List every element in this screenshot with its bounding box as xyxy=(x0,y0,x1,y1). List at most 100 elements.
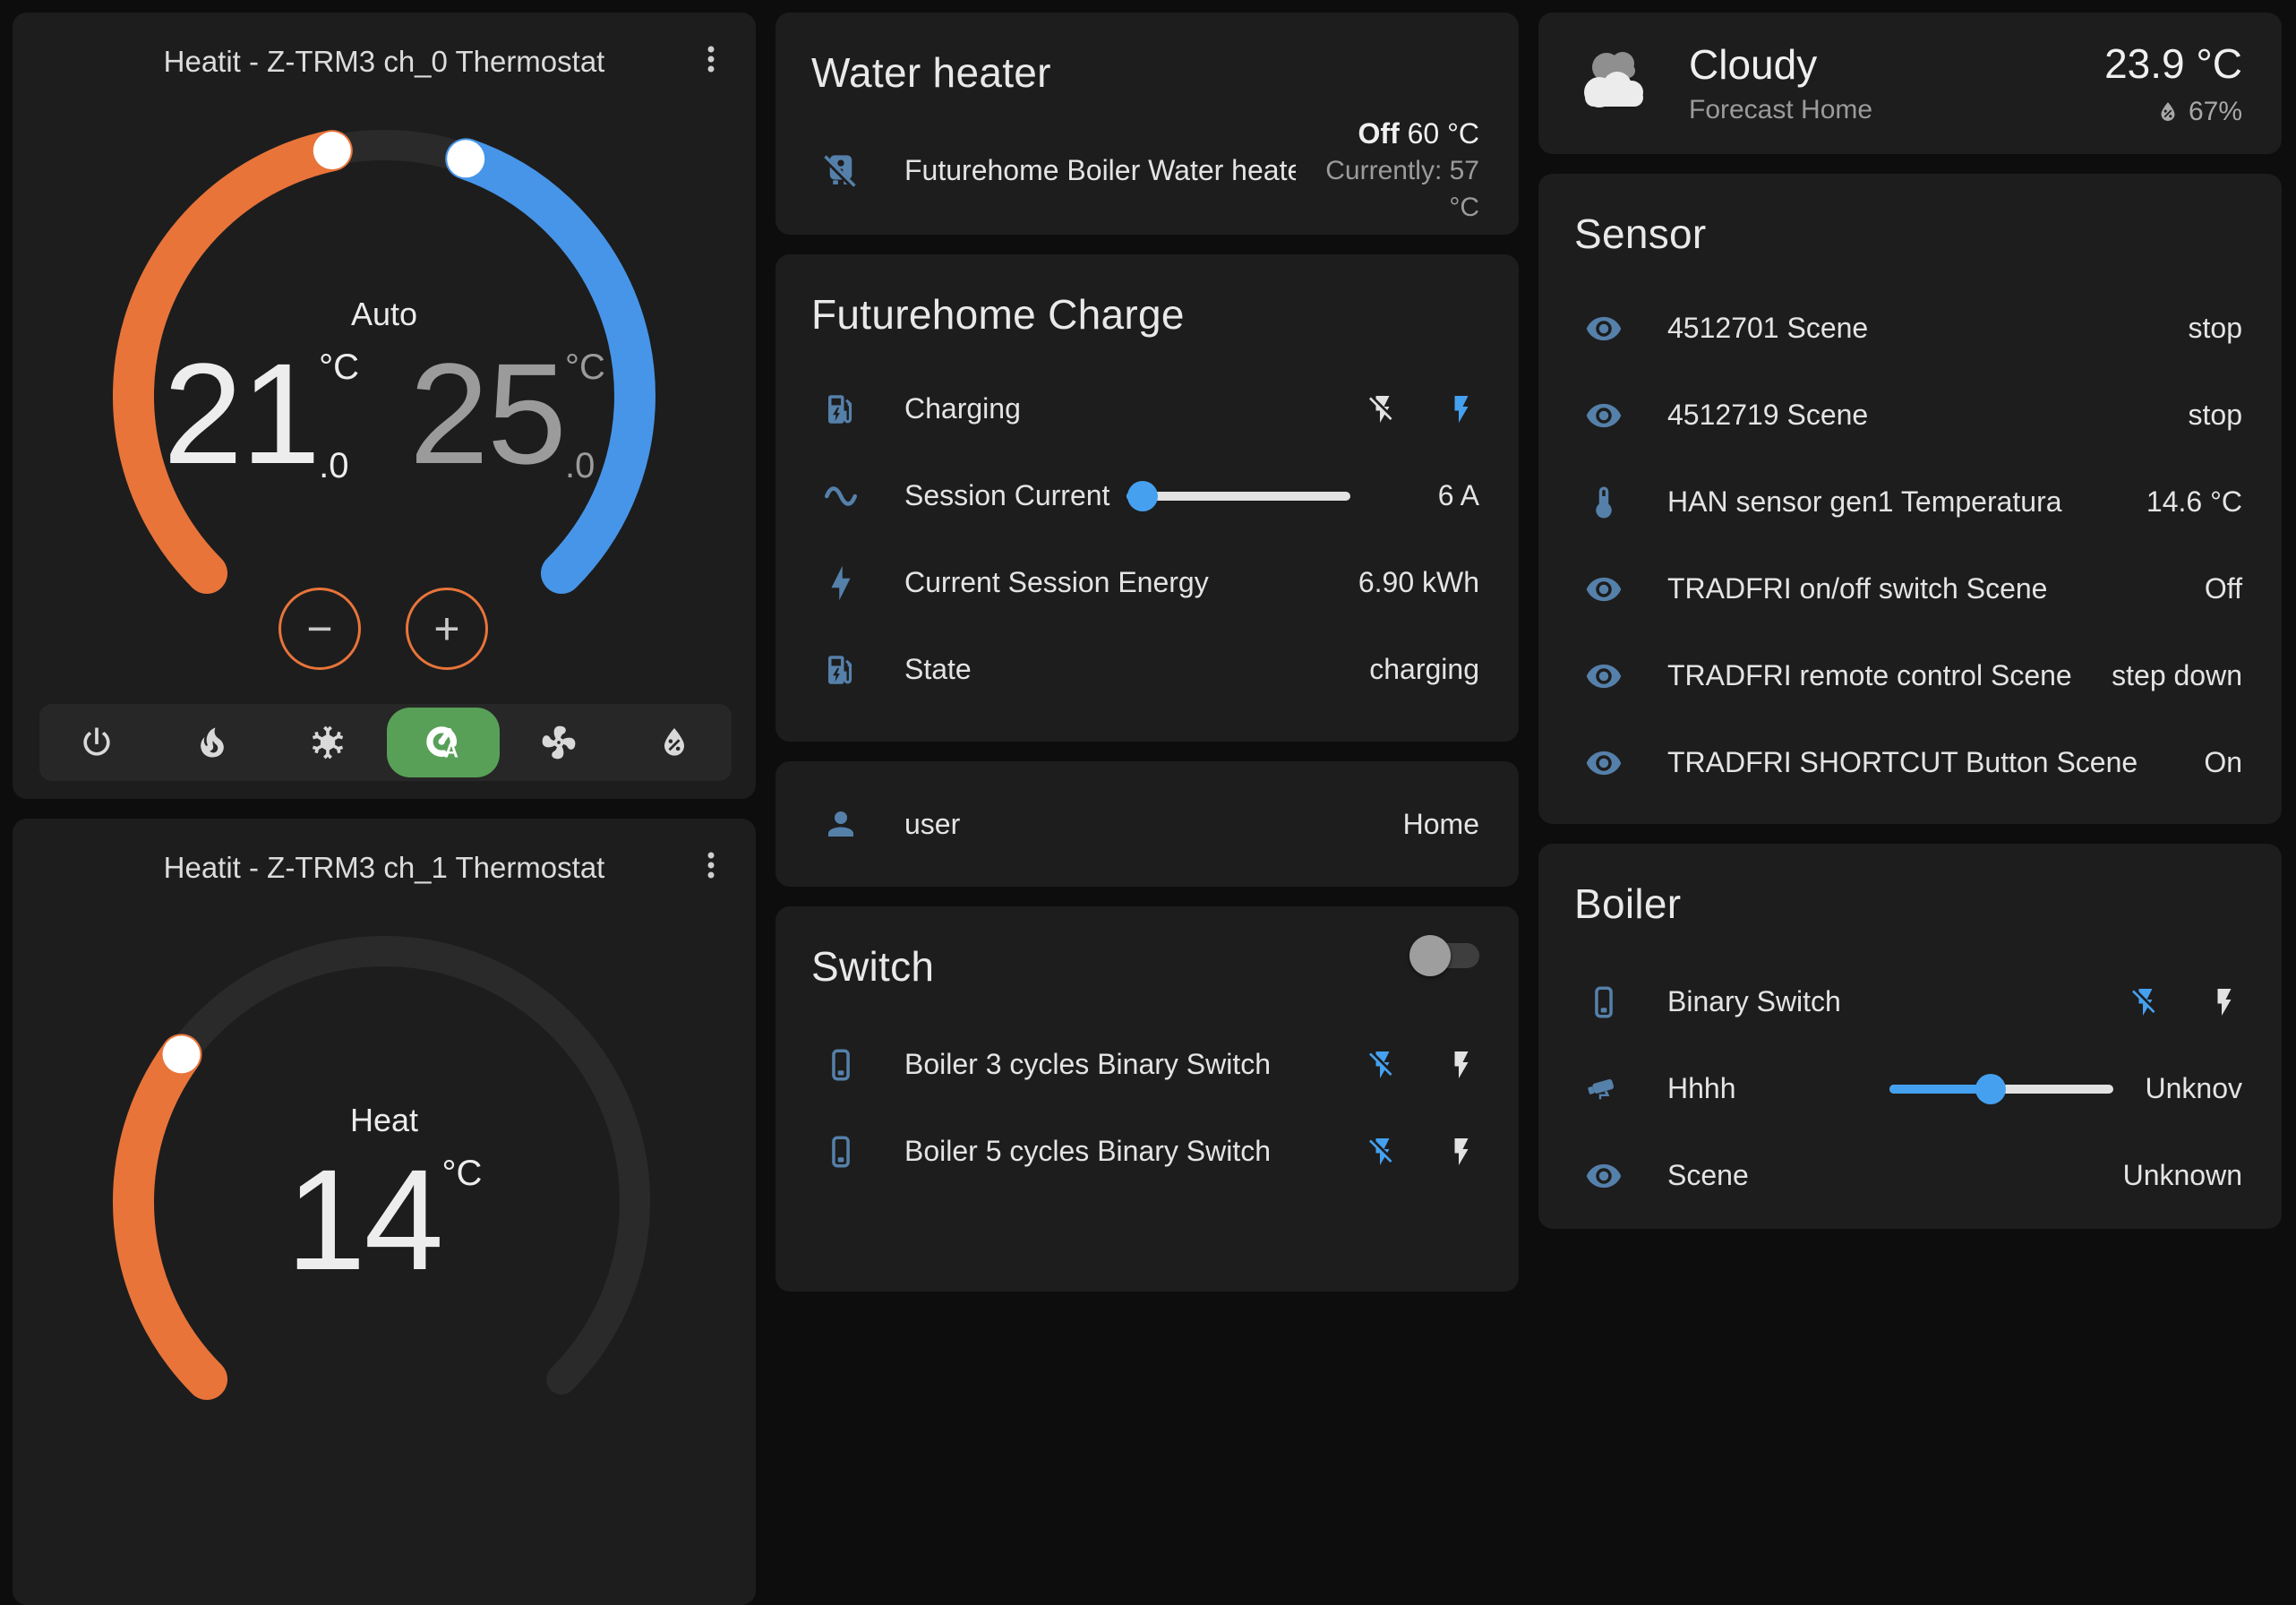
session-current-value: 6 A xyxy=(1381,479,1479,512)
charging-row[interactable]: Charging xyxy=(775,365,1519,452)
fan-icon xyxy=(539,723,578,762)
sensor-row-tradfri-remote[interactable]: TRADFRI remote control Scene step down xyxy=(1538,632,2282,719)
flash-off-icon xyxy=(1366,1049,1399,1081)
setpoint-high-decimal: .0 xyxy=(565,448,605,484)
entity-name: Scene xyxy=(1667,1159,2096,1192)
entity-name: Binary Switch xyxy=(1667,985,2128,1018)
flash-icon xyxy=(2208,986,2240,1018)
boiler5-on-button[interactable] xyxy=(1444,1134,1479,1170)
boiler3-row[interactable]: Boiler 3 cycles Binary Switch xyxy=(775,1021,1519,1108)
boiler5-off-button[interactable] xyxy=(1365,1134,1401,1170)
temp-decrease-button[interactable]: − xyxy=(278,588,361,670)
sensor-row-tradfri-shortcut[interactable]: TRADFRI SHORTCUT Button Scene On xyxy=(1538,719,2282,806)
weather-humidity-value: 67% xyxy=(2189,94,2242,129)
power-icon xyxy=(77,723,116,762)
water-heater-row[interactable]: Futurehome Boiler Water heater Off 60 °C… xyxy=(775,116,1519,224)
weather-readings: 23.9 °C 67% xyxy=(2104,38,2242,130)
thermostat-card-ch0: Heatit - Z-TRM3 ch_0 Thermostat Auto 21 … xyxy=(13,13,756,799)
weather-temperature: 23.9 °C xyxy=(2104,38,2242,91)
flash-off-icon xyxy=(1366,393,1399,425)
setpoint-high: 25 °C .0 xyxy=(409,342,605,485)
temp-increase-button[interactable]: + xyxy=(406,588,488,670)
water-heater-title: Water heater xyxy=(775,13,1519,104)
weather-humidity: 67% xyxy=(2104,94,2242,129)
setpoint-low-decimal: .0 xyxy=(319,448,359,484)
mode-dry-button[interactable] xyxy=(618,708,731,777)
sensor-row-tradfri-onoff[interactable]: TRADFRI on/off switch Scene Off xyxy=(1538,545,2282,632)
hhhh-row[interactable]: Hhhh Unknov xyxy=(1538,1045,2282,1132)
sensor-card: Sensor 4512701 Scene stop 4512719 Scene … xyxy=(1538,174,2282,824)
state-row[interactable]: State charging xyxy=(775,626,1519,713)
state-mode: Off xyxy=(1358,117,1400,150)
switch-group-toggle[interactable] xyxy=(1415,943,1479,968)
fire-icon xyxy=(193,723,232,762)
entity-name: HAN sensor gen1 Temperatura xyxy=(1667,485,2120,519)
entity-name: Current Session Energy xyxy=(904,566,1332,599)
dial-handle[interactable] xyxy=(163,1035,201,1073)
thermostat-ch0-buttons: − + xyxy=(13,588,756,670)
thermometer-icon xyxy=(1583,482,1624,523)
entity-value: Off xyxy=(2205,572,2242,605)
entity-name: Futurehome Boiler Water heater xyxy=(904,154,1296,187)
dial-high-handle[interactable] xyxy=(447,140,484,177)
flash-icon xyxy=(1445,1136,1478,1168)
user-row[interactable]: user Home xyxy=(775,761,1519,887)
weather-condition: Cloudy xyxy=(1689,40,2104,90)
eye-icon xyxy=(1583,656,1624,697)
mode-auto-button[interactable] xyxy=(387,708,500,777)
boiler3-off-button[interactable] xyxy=(1365,1047,1401,1083)
mode-fan-button[interactable] xyxy=(502,708,615,777)
user-location-value: Home xyxy=(1403,808,1479,841)
entity-value: 14.6 °C xyxy=(2146,485,2242,519)
thermostat-ch1-mode-label: Heat xyxy=(13,1102,756,1139)
hhhh-value: Unknov xyxy=(2144,1072,2242,1105)
boiler3-on-button[interactable] xyxy=(1444,1047,1479,1083)
charging-on-button[interactable] xyxy=(1444,391,1479,427)
sensor-row-han-temperature[interactable]: HAN sensor gen1 Temperatura 14.6 °C xyxy=(1538,459,2282,545)
thermostat-ch1-setpoint: 14 °C xyxy=(13,1148,756,1292)
column-right: Cloudy Forecast Home 23.9 °C 67% Sensor … xyxy=(1538,13,2282,1605)
switch-title: Switch xyxy=(775,906,970,998)
switch-card: Switch Boiler 3 cycles Binary Switch Boi… xyxy=(775,906,1519,1292)
state-value: charging xyxy=(1369,653,1479,686)
dial-low-handle[interactable] xyxy=(313,132,351,169)
hhhh-slider[interactable] xyxy=(1889,1085,2113,1094)
entity-name: TRADFRI on/off switch Scene xyxy=(1667,572,2178,605)
setpoint: 14 °C xyxy=(287,1148,483,1292)
dashboard: Heatit - Z-TRM3 ch_0 Thermostat Auto 21 … xyxy=(0,0,2296,1206)
entity-name: user xyxy=(904,808,1376,841)
binary-switch-off-button[interactable] xyxy=(2128,984,2163,1020)
session-energy-row[interactable]: Current Session Energy 6.90 kWh xyxy=(775,539,1519,626)
snowflake-icon xyxy=(308,723,347,762)
setpoint-low-unit: °C xyxy=(319,349,359,385)
entity-name: Boiler 5 cycles Binary Switch xyxy=(904,1135,1365,1168)
slider-thumb[interactable] xyxy=(1975,1074,2006,1104)
boiler-title: Boiler xyxy=(1538,844,2282,935)
mode-power-button[interactable] xyxy=(40,708,153,777)
boiler-card: Boiler Binary Switch Hhhh xyxy=(1538,844,2282,1229)
mode-cool-button[interactable] xyxy=(271,708,384,777)
boiler5-row[interactable]: Boiler 5 cycles Binary Switch xyxy=(775,1108,1519,1195)
charging-off-button[interactable] xyxy=(1365,391,1401,427)
weather-card[interactable]: Cloudy Forecast Home 23.9 °C 67% xyxy=(1538,13,2282,154)
sensor-row-4512701[interactable]: 4512701 Scene stop xyxy=(1538,285,2282,372)
entity-value: step down xyxy=(2112,659,2242,692)
cctv-icon xyxy=(1583,1069,1624,1110)
binary-switch-row[interactable]: Binary Switch xyxy=(1538,958,2282,1045)
lightning-bolt-icon xyxy=(820,562,861,604)
boiler-scene-row[interactable]: Scene Unknown xyxy=(1538,1132,2282,1219)
setpoint-high-value: 25 xyxy=(409,342,565,485)
binary-switch-icon xyxy=(820,1044,861,1086)
thermostat-auto-icon xyxy=(424,723,463,762)
mode-heat-button[interactable] xyxy=(156,708,269,777)
sensor-row-4512719[interactable]: 4512719 Scene stop xyxy=(1538,372,2282,459)
entity-name: Hhhh xyxy=(1667,1072,1889,1105)
entity-name: TRADFRI SHORTCUT Button Scene xyxy=(1667,746,2177,779)
session-current-slider[interactable] xyxy=(1127,492,1350,501)
slider-thumb[interactable] xyxy=(1127,481,1158,511)
session-current-row[interactable]: Session Current 6 A xyxy=(775,452,1519,539)
binary-switch-on-button[interactable] xyxy=(2206,984,2242,1020)
flash-icon xyxy=(1445,1049,1478,1081)
eye-icon xyxy=(1583,569,1624,610)
toggle-thumb[interactable] xyxy=(1409,935,1451,976)
